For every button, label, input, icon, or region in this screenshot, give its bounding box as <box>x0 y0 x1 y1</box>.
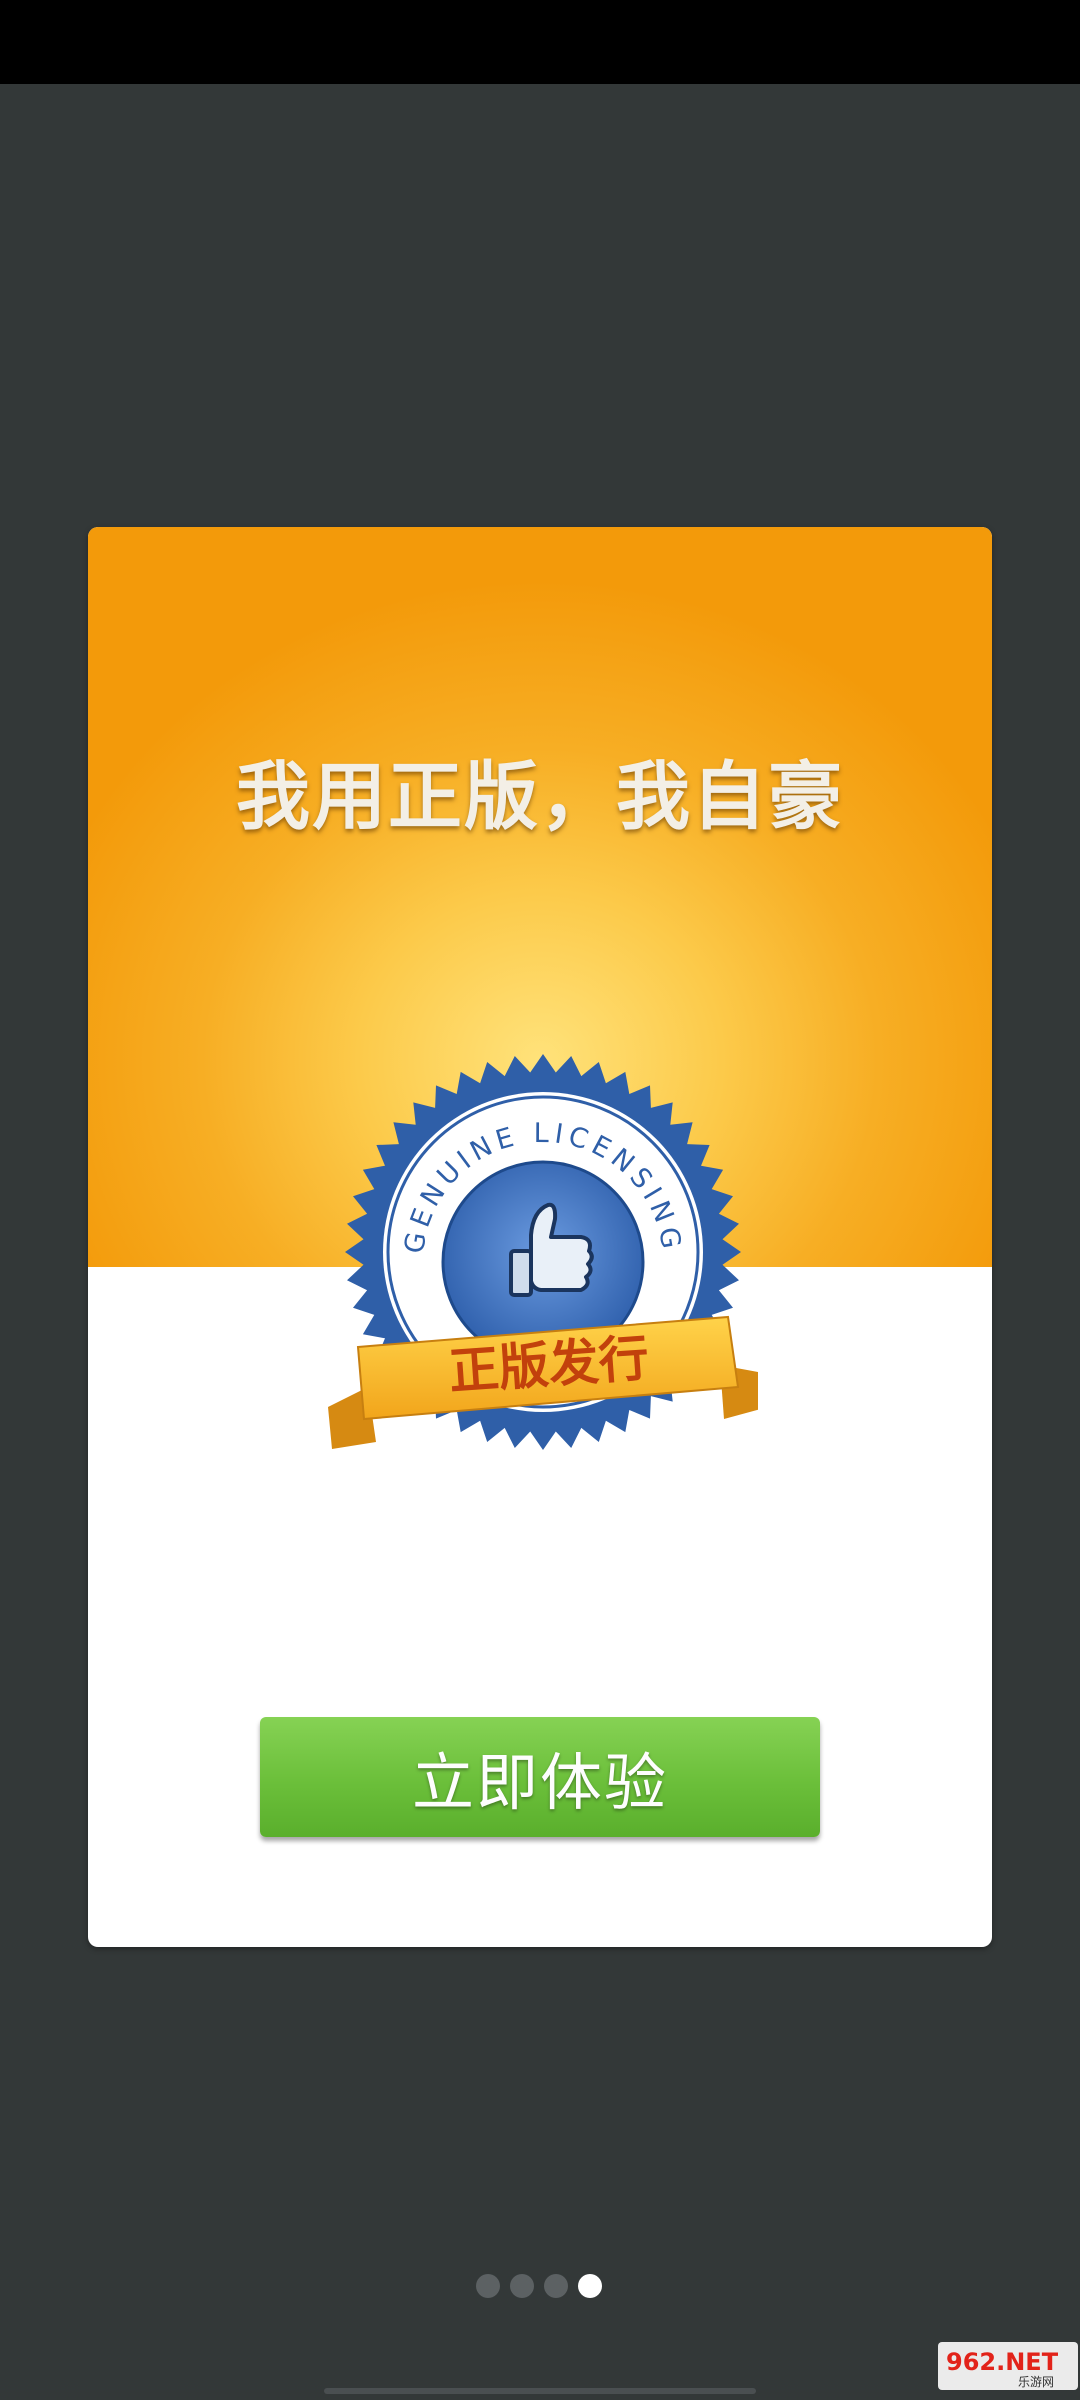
site-watermark-logo: 962.NET 乐游网 <box>938 2342 1078 2390</box>
genuine-licensing-badge: GENUINE LICENSING 正版发行 <box>328 1054 758 1450</box>
page-indicator <box>476 2274 602 2300</box>
page-dot[interactable] <box>544 2274 568 2298</box>
page-dot[interactable] <box>476 2274 500 2298</box>
home-indicator[interactable] <box>324 2388 756 2394</box>
headline: 我用正版，我自豪 <box>236 754 844 840</box>
status-bar <box>0 0 1080 84</box>
try-now-button[interactable]: 立即体验 <box>260 1717 820 1837</box>
page-dot[interactable] <box>510 2274 534 2298</box>
svg-text:962.NET: 962.NET <box>946 2348 1059 2376</box>
splash-card: 我用正版，我自豪 GENUINE LICENSING 正版发行 立即体验 <box>88 527 992 1947</box>
page-dot-active[interactable] <box>578 2274 602 2298</box>
svg-text:乐游网: 乐游网 <box>1018 2375 1054 2389</box>
